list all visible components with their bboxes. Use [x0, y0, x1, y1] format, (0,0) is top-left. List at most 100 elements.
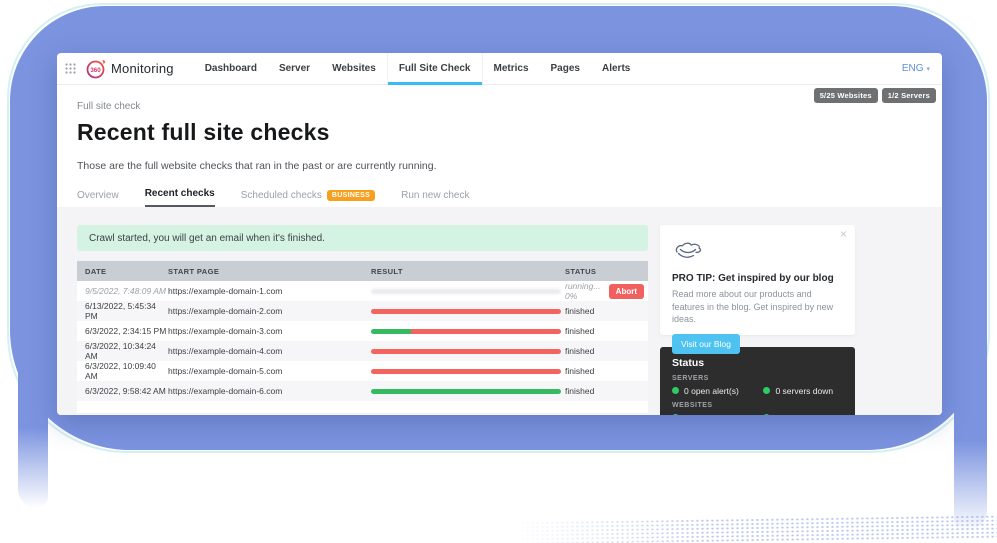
status-text: finished — [565, 326, 594, 336]
check-status-cell: finished — [565, 366, 648, 376]
table-row: 6/13/2022, 5:45:34 PMhttps://example-dom… — [77, 301, 648, 321]
column-header-result: RESULT — [371, 267, 565, 276]
status-item: 0 websites down — [763, 412, 843, 415]
page-header: 5/25 Websites 1/2 Servers Full site check… — [57, 85, 942, 207]
nav-item-websites[interactable]: Websites — [321, 53, 387, 84]
check-date: 9/5/2022, 7:48:09 AM — [85, 286, 168, 296]
breadcrumb: Full site check — [77, 101, 922, 112]
check-status-cell: finished — [565, 386, 648, 396]
green-dot-icon — [763, 414, 770, 415]
status-section-label-websites: WEBSITES — [672, 402, 843, 409]
check-status-cell: running... 0% Abort — [565, 281, 648, 301]
usage-badge-1-2-servers: 1/2 Servers — [882, 88, 936, 103]
status-item: 0 open alert(s) — [672, 385, 763, 396]
nav-item-alerts[interactable]: Alerts — [591, 53, 641, 84]
status-panel: Status SERVERS 0 open alert(s) 0 servers d… — [660, 347, 855, 415]
green-dot-icon — [672, 414, 679, 415]
check-date: 6/13/2022, 5:45:34 PM — [85, 301, 168, 321]
status-item-text: 0 servers down — [775, 386, 833, 396]
check-start-page: https://example-domain-6.com — [168, 386, 371, 396]
section-tabs: Overview Recent checks Scheduled checksBUS… — [77, 188, 922, 207]
status-panel-title: Status — [672, 357, 843, 369]
usage-badge-5-25-websites: 5/25 Websites — [814, 88, 878, 103]
marketing-canvas: 360 Monitoring DashboardServerWebsitesFu… — [0, 0, 997, 543]
page-description: Those are the full website checks that r… — [77, 160, 922, 172]
nav-item-server[interactable]: Server — [268, 53, 321, 84]
progress-segment-red — [371, 309, 561, 314]
nav-item-full-site-check[interactable]: Full Site Check — [387, 53, 483, 84]
status-sections: SERVERS 0 open alert(s) 0 servers down WEBS… — [672, 375, 843, 415]
tab-label: Run new check — [401, 190, 469, 201]
tab-scheduled-checks[interactable]: Scheduled checksBUSINESS — [241, 190, 375, 207]
brand-logo-icon[interactable]: 360 — [85, 58, 107, 80]
status-section-label-servers: SERVERS — [672, 375, 843, 382]
content-area: Crawl started, you will get an email whe… — [57, 207, 942, 415]
tab-label: Scheduled checks — [241, 190, 322, 201]
progress-bar — [371, 309, 561, 314]
table-body: 9/5/2022, 7:48:09 AMhttps://example-doma… — [77, 281, 648, 401]
status-text: running... 0% — [565, 281, 605, 301]
green-dot-icon — [672, 387, 679, 394]
pro-tip-title: PRO TIP: Get inspired by our blog — [672, 273, 843, 284]
progress-segment-green — [371, 329, 411, 334]
table-header-row: DATESTART PAGERESULTSTATUS — [77, 261, 648, 281]
column-header-status: STATUS — [565, 267, 648, 276]
language-label: ENG — [902, 63, 924, 74]
brand-name[interactable]: Monitoring — [111, 61, 174, 76]
check-start-page: https://example-domain-2.com — [168, 306, 371, 316]
progress-segment-red — [371, 369, 561, 374]
table-row: 9/5/2022, 7:48:09 AMhttps://example-doma… — [77, 281, 648, 301]
progress-bar — [371, 329, 561, 334]
handshake-doodle-icon — [672, 237, 704, 263]
check-result-cell — [371, 369, 565, 374]
check-status-cell: finished — [565, 306, 648, 316]
status-text: finished — [565, 346, 594, 356]
status-item-text: 0 websites down — [775, 413, 838, 416]
nav-item-dashboard[interactable]: Dashboard — [194, 53, 268, 84]
background-blob-edge-left — [18, 330, 48, 508]
table-row: 6/3/2022, 9:58:42 AMhttps://example-doma… — [77, 381, 648, 401]
background-blob-edge-right — [954, 330, 987, 532]
pro-tip-card: × PRO TIP: Get inspired by our blog Read… — [660, 225, 855, 335]
top-navbar: 360 Monitoring DashboardServerWebsitesFu… — [57, 53, 942, 85]
status-item-text: 0 open alert(s) — [684, 386, 739, 396]
right-column: × PRO TIP: Get inspired by our blog Read… — [660, 225, 855, 415]
check-start-page: https://example-domain-5.com — [168, 366, 371, 376]
brand-area: 360 Monitoring — [65, 53, 194, 84]
nav-item-pages[interactable]: Pages — [540, 53, 591, 84]
tab-run-new-check[interactable]: Run new check — [401, 190, 469, 207]
progress-segment-green — [371, 389, 561, 394]
progress-bar — [371, 349, 561, 354]
progress-segment-red — [411, 329, 561, 334]
check-result-cell — [371, 309, 565, 314]
checks-table: DATESTART PAGERESULTSTATUS 9/5/2022, 7:4… — [77, 261, 648, 413]
tab-label: Overview — [77, 190, 119, 201]
check-result-cell — [371, 329, 565, 334]
background-speckles — [515, 515, 997, 543]
abort-button[interactable]: Abort — [609, 284, 644, 299]
close-icon[interactable]: × — [840, 227, 847, 241]
visit-blog-button[interactable]: Visit our Blog — [672, 334, 740, 354]
progress-bar — [371, 389, 561, 394]
main-column: Crawl started, you will get an email whe… — [77, 225, 648, 415]
tab-overview[interactable]: Overview — [77, 190, 119, 207]
apps-grid-icon[interactable] — [65, 63, 76, 74]
column-header-date: DATE — [85, 267, 168, 276]
status-text: finished — [565, 386, 594, 396]
check-date: 6/3/2022, 2:34:15 PM — [85, 326, 168, 336]
progress-bar — [371, 289, 561, 294]
tab-recent-checks[interactable]: Recent checks — [145, 188, 215, 207]
check-status-cell: finished — [565, 346, 648, 356]
app-window: 360 Monitoring DashboardServerWebsitesFu… — [57, 53, 942, 415]
check-start-page: https://example-domain-1.com — [168, 286, 371, 296]
status-items-row: 0 open alert(s) 0 servers down — [672, 385, 843, 396]
check-date: 6/3/2022, 10:09:40 AM — [85, 361, 168, 381]
status-text: finished — [565, 366, 594, 376]
table-footer — [77, 401, 648, 413]
page-title: Recent full site checks — [77, 119, 922, 146]
nav-item-metrics[interactable]: Metrics — [483, 53, 540, 84]
language-selector[interactable]: ENG ▾ — [902, 53, 930, 84]
check-result-cell — [371, 349, 565, 354]
success-banner: Crawl started, you will get an email whe… — [77, 225, 648, 251]
green-dot-icon — [763, 387, 770, 394]
